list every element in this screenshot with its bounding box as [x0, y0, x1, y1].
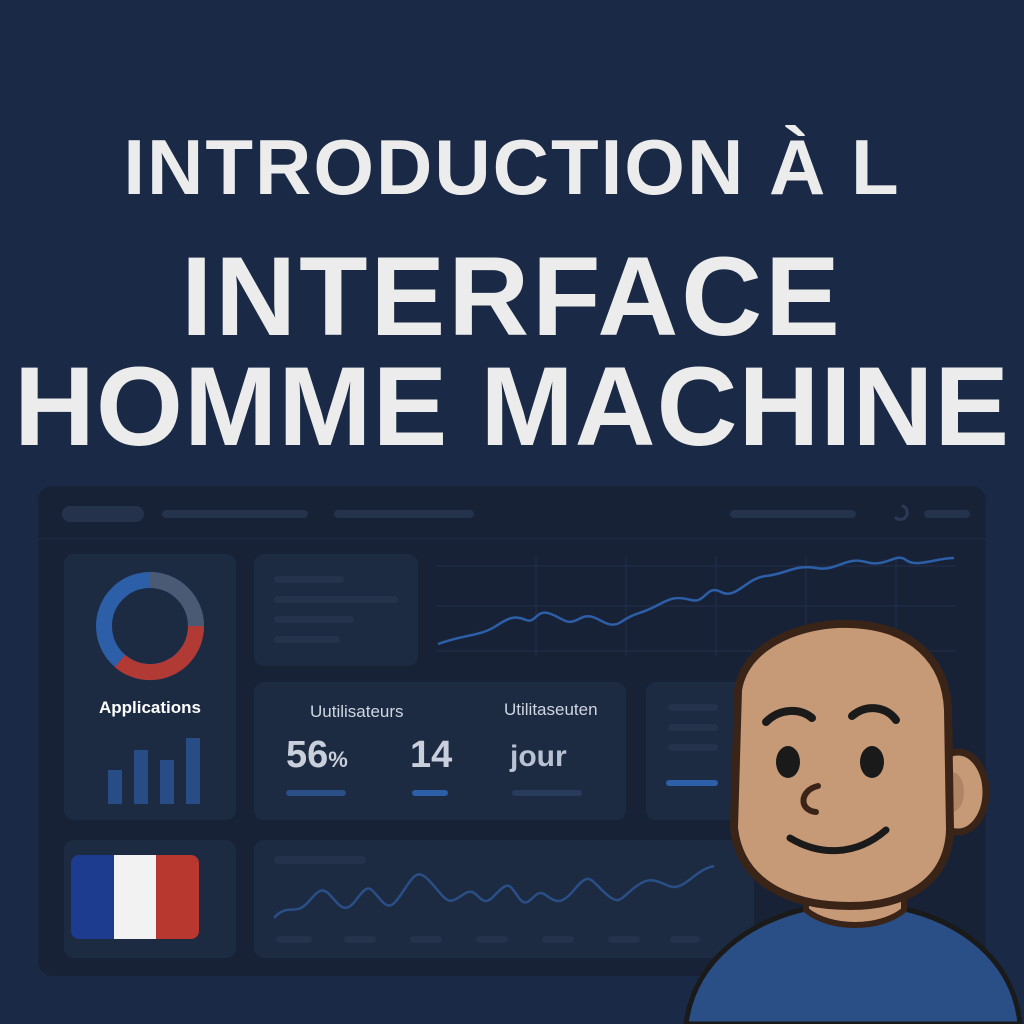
x-tick	[608, 936, 640, 943]
count-value: 14	[410, 734, 453, 776]
users-label: Uutilisateurs	[310, 702, 404, 721]
applications-label: Applications	[98, 698, 201, 717]
usage-label: Utilitaseuten	[504, 700, 598, 719]
metric-underline	[286, 790, 346, 796]
chart-title-placeholder	[274, 856, 366, 864]
x-tick	[276, 936, 312, 943]
topbar-placeholder	[730, 510, 856, 518]
list-line	[274, 616, 354, 623]
text-list-card	[254, 554, 418, 666]
bottom-chart-card	[254, 840, 754, 958]
list-line	[274, 596, 398, 603]
x-tick	[344, 936, 376, 943]
topbar-placeholder	[162, 510, 308, 518]
metric-underline	[412, 790, 448, 796]
x-tick	[410, 936, 442, 943]
period-value: jour	[510, 740, 567, 773]
x-tick	[542, 936, 574, 943]
list-line	[274, 636, 340, 643]
x-tick	[476, 936, 508, 943]
avatar-illustration	[683, 620, 1023, 1024]
title-line-3: HOMME MACHINE	[13, 344, 1011, 469]
line-chart-bottom	[274, 864, 715, 919]
bar-chart-icon	[108, 738, 200, 804]
topbar-divider	[38, 538, 986, 539]
applications-card: Applications	[64, 554, 236, 820]
donut-chart-icon	[96, 572, 205, 681]
metric-underline	[512, 790, 582, 796]
title-line-1: INTRODUCTION À L	[123, 123, 901, 211]
refresh-icon	[894, 504, 909, 521]
topbar-pill	[62, 506, 144, 522]
metrics-card: Uutilisateurs Utilitaseuten 56% 14 jour	[254, 682, 626, 820]
list-line	[274, 576, 344, 583]
france-flag-icon	[71, 855, 199, 939]
topbar-placeholder	[334, 510, 474, 518]
percent-value: 56%	[286, 734, 348, 776]
topbar-placeholder	[924, 510, 970, 518]
